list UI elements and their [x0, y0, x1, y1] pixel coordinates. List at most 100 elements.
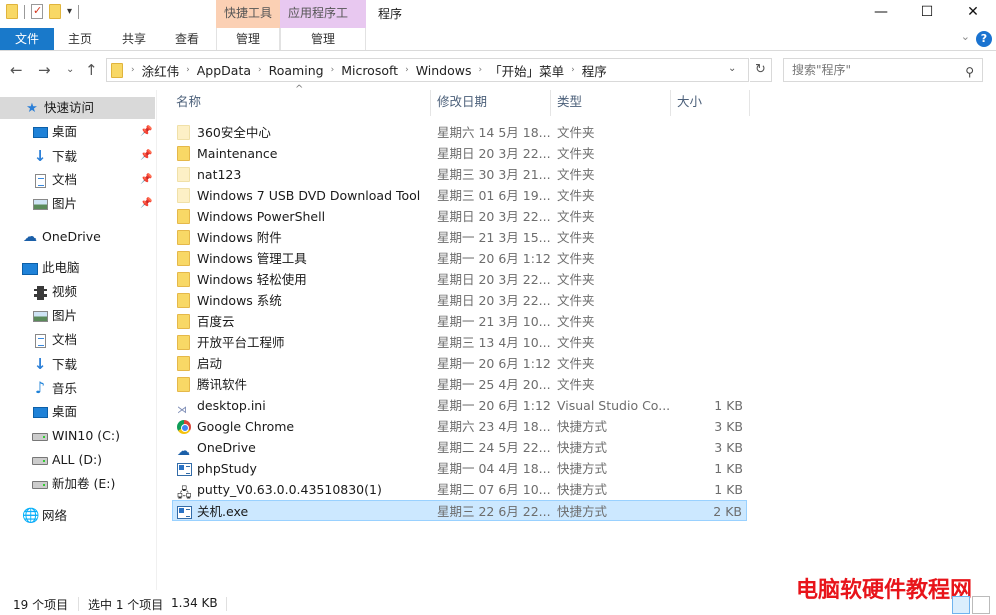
sidebar-item-pictures[interactable]: 图片	[32, 305, 77, 327]
sidebar-item-quick-access[interactable]: ★ 快速访问	[0, 97, 155, 119]
breadcrumb-item[interactable]: AppData	[192, 63, 256, 78]
sidebar-item-this-pc[interactable]: 此电脑	[22, 257, 80, 279]
address-history-dropdown[interactable]: ⌄	[728, 63, 736, 74]
chevron-right-icon[interactable]: ›	[569, 65, 577, 75]
breadcrumb-item[interactable]: 「开始」菜单	[484, 61, 569, 80]
file-row[interactable]: 🖧 putty_V0.63.0.0.43510830(1) 星期二 07 6月 10…	[173, 479, 747, 501]
sidebar-item-label: WIN10 (C:)	[52, 428, 120, 443]
pin-icon[interactable]: 📌	[140, 169, 152, 191]
customize-toolbar-icon[interactable]: ▾	[67, 6, 72, 17]
file-size: 2 KB	[713, 504, 742, 519]
back-button[interactable]: ←	[10, 61, 23, 79]
file-row[interactable]: Windows 管理工具 星期一 20 6月 1:12 文件夹	[173, 248, 747, 269]
column-header-name[interactable]: 名称	[170, 90, 430, 114]
up-button[interactable]: ↑	[85, 61, 98, 79]
expand-ribbon-icon[interactable]: ⌄	[961, 30, 970, 43]
file-type: 文件夹	[557, 209, 595, 224]
large-icons-view-button[interactable]	[972, 596, 990, 614]
close-button[interactable]: ✕	[950, 0, 996, 26]
sidebar-item-documents[interactable]: 文档	[32, 329, 77, 351]
column-divider[interactable]	[749, 90, 750, 116]
sidebar-item-onedrive[interactable]: ☁ OneDrive	[22, 226, 101, 248]
sidebar-item-downloads[interactable]: ↓ 下载 📌	[32, 145, 156, 167]
selected-size: 1.34 KB	[171, 596, 218, 610]
search-icon[interactable]: ⚲	[965, 61, 974, 83]
chevron-right-icon[interactable]: ›	[256, 65, 264, 75]
file-row[interactable]: 腾讯软件 星期一 25 4月 20... 文件夹	[173, 374, 747, 395]
tab-home[interactable]: 主页	[60, 28, 100, 50]
sidebar-item-pictures[interactable]: 图片 📌	[32, 193, 156, 215]
file-row[interactable]: Google Chrome 星期六 23 4月 18... 快捷方式 3 KB	[173, 416, 747, 437]
details-view-button[interactable]	[952, 596, 970, 614]
file-row[interactable]: 开放平台工程师 星期三 13 4月 10... 文件夹	[173, 332, 747, 353]
chevron-right-icon[interactable]: ›	[403, 65, 411, 75]
file-row[interactable]: ⋊ desktop.ini 星期一 20 6月 1:12 Visual Studio …	[173, 395, 747, 416]
navigation-pane: ★ 快速访问 桌面 📌 ↓ 下载 📌 文档 📌 图片 📌 ☁ OneDrive 此电脑 视频 …	[0, 90, 157, 590]
sidebar-item-network[interactable]: 🌐 网络	[22, 505, 67, 527]
file-row[interactable]: ☁ OneDrive 星期二 24 5月 22... 快捷方式 3 KB	[173, 437, 747, 459]
sidebar-item-drive-e[interactable]: 新加卷 (E:)	[32, 473, 115, 495]
sidebar-item-drive-c[interactable]: WIN10 (C:)	[32, 425, 120, 447]
sidebar-item-music[interactable]: ♪ 音乐	[32, 377, 77, 399]
forward-button[interactable]: →	[38, 61, 51, 79]
refresh-button[interactable]: ↻	[750, 58, 772, 82]
file-date: 星期六 23 4月 18...	[437, 419, 551, 434]
pin-icon[interactable]: 📌	[140, 145, 152, 167]
sidebar-item-desktop[interactable]: 桌面	[32, 401, 77, 423]
help-icon[interactable]: ?	[976, 31, 992, 47]
sidebar-item-label: 桌面	[52, 404, 78, 419]
file-type: 快捷方式	[557, 419, 608, 434]
tab-share[interactable]: 共享	[114, 28, 154, 50]
chevron-right-icon[interactable]: ›	[184, 65, 192, 75]
tab-manage-shortcut[interactable]: 管理	[216, 28, 280, 50]
address-bar[interactable]: › 涂红伟 › AppData › Roaming › Microsoft › …	[106, 58, 749, 82]
tab-view[interactable]: 查看	[167, 28, 207, 50]
chevron-right-icon[interactable]: ›	[129, 65, 137, 75]
minimize-button[interactable]: —	[858, 0, 904, 26]
pin-icon[interactable]: 📌	[140, 121, 152, 143]
new-folder-icon[interactable]	[49, 4, 61, 19]
search-input[interactable]: 搜索"程序" ⚲	[783, 58, 983, 82]
star-icon: ★	[26, 101, 38, 116]
breadcrumb-item[interactable]: Roaming	[264, 63, 329, 78]
properties-icon[interactable]	[31, 4, 43, 19]
column-header-date[interactable]: 修改日期	[431, 90, 551, 114]
sidebar-item-label: 桌面	[52, 124, 78, 139]
file-row[interactable]: 360安全中心 星期六 14 5月 18... 文件夹	[173, 122, 747, 143]
file-row[interactable]: 启动 星期一 20 6月 1:12 文件夹	[173, 353, 747, 374]
file-row[interactable]: 关机.exe 星期三 22 6月 22... 快捷方式 2 KB	[172, 500, 747, 521]
file-row[interactable]: 百度云 星期一 21 3月 10... 文件夹	[173, 311, 747, 332]
chevron-right-icon[interactable]: ›	[477, 65, 485, 75]
file-row[interactable]: Maintenance 星期日 20 3月 22... 文件夹	[173, 143, 747, 164]
breadcrumb-item[interactable]: 程序	[577, 61, 612, 80]
breadcrumb-item[interactable]: Windows	[411, 63, 477, 78]
sidebar-item-desktop[interactable]: 桌面 📌	[32, 121, 156, 143]
column-header-size[interactable]: 大小	[671, 90, 749, 114]
file-name: putty_V0.63.0.0.43510830(1)	[197, 482, 382, 497]
file-row[interactable]: Windows 附件 星期一 21 3月 15... 文件夹	[173, 227, 747, 248]
tab-manage-app[interactable]: 管理	[280, 28, 366, 50]
folder-icon	[177, 356, 192, 371]
file-row[interactable]: Windows 轻松使用 星期日 20 3月 22... 文件夹	[173, 269, 747, 290]
sidebar-item-documents[interactable]: 文档 📌	[32, 169, 156, 191]
tab-file[interactable]: 文件	[0, 28, 54, 50]
file-row[interactable]: Windows 7 USB DVD Download Tool 星期三 01 6月…	[173, 185, 747, 206]
recent-locations-button[interactable]: ⌄	[66, 64, 74, 75]
file-row[interactable]: Windows PowerShell 星期日 20 3月 22... 文件夹	[173, 206, 747, 227]
file-name: Maintenance	[197, 146, 278, 161]
folder-icon	[177, 335, 192, 350]
column-header-type[interactable]: 类型	[551, 90, 671, 114]
file-row[interactable]: nat123 星期三 30 3月 21... 文件夹	[173, 164, 747, 185]
breadcrumb-item[interactable]: 涂红伟	[137, 61, 185, 80]
desktop-icon	[32, 407, 48, 418]
sidebar-item-downloads[interactable]: ↓ 下载	[32, 353, 77, 375]
file-row[interactable]: Windows 系统 星期日 20 3月 22... 文件夹	[173, 290, 747, 311]
sidebar-item-drive-d[interactable]: ALL (D:)	[32, 449, 102, 471]
chevron-right-icon[interactable]: ›	[329, 65, 337, 75]
maximize-button[interactable]: ☐	[904, 0, 950, 26]
breadcrumb-item[interactable]: Microsoft	[336, 63, 403, 78]
pin-icon[interactable]: 📌	[140, 193, 152, 215]
file-row[interactable]: phpStudy 星期一 04 4月 18... 快捷方式 1 KB	[173, 458, 747, 479]
pictures-icon	[32, 311, 48, 322]
sidebar-item-videos[interactable]: 视频	[32, 281, 77, 303]
